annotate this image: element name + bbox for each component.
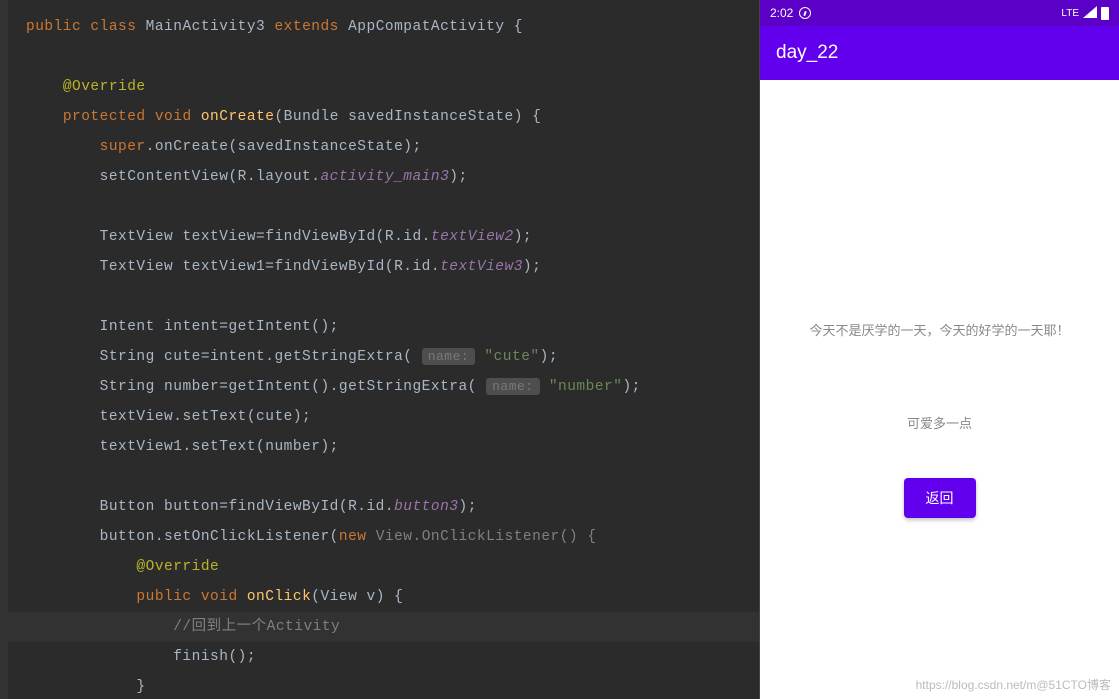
super-rest: .onCreate(savedInstanceState); [146,139,422,155]
btn-decl: Button button=findViewById(R.id. [100,499,394,515]
brace: { [514,19,523,35]
param-hint: name: [486,378,540,395]
signal-icon [1083,6,1097,21]
listener-cls: View.OnClickListener() { [376,529,597,545]
string-cute: "cute" [484,349,539,365]
params: (Bundle savedInstanceState) { [274,109,541,125]
textview-1: 今天不是厌学的一天，今天的好学的一天耶！ [809,320,1069,339]
kw-extends: extends [274,19,338,35]
status-bar: 2:02 LTE [760,0,1119,26]
setcontent-call: setContentView(R.layout. [100,169,321,185]
listener-mid [366,529,375,545]
number-pre: String number=getIntent().getStringExtra… [100,379,477,395]
kw-class: class [90,19,136,35]
method-onclick: onClick [247,589,311,605]
textview-2: 可爱多一点 [907,413,972,432]
btn-id: button3 [394,499,458,515]
tv-id2: textView3 [440,259,523,275]
params2: (View v) { [311,589,403,605]
cute-pre: String cute=intent.getStringExtra( [100,349,413,365]
battery-icon [1101,7,1109,20]
lte-label: LTE [1061,8,1079,19]
app-bar: day_22 [760,26,1119,80]
annotation-override: @Override [63,79,146,95]
phone-emulator: 2:02 LTE day_22 今天不是厌学的一天，今天的好学的一天耶！ 可爱多… [759,0,1119,699]
end: ); [622,379,640,395]
param-hint: name: [422,348,476,365]
end: ); [449,169,467,185]
tv-decl2: TextView textView1=findViewById(R.id. [100,259,440,275]
status-time: 2:02 [770,6,793,20]
method-oncreate: onCreate [201,109,275,125]
app-title: day_22 [776,42,838,64]
tv-id1: textView2 [431,229,514,245]
kw-void: void [155,109,192,125]
settext1: textView.setText(cute); [100,409,312,425]
finish-call: finish(); [173,649,256,665]
close-brace: } [136,679,145,695]
kw-public: public [26,19,81,35]
intent-line: Intent intent=getIntent(); [100,319,339,335]
class-name: MainActivity3 [146,19,266,35]
end: ); [459,499,477,515]
app-content: 今天不是厌学的一天，今天的好学的一天耶！ 可爱多一点 返回 [760,80,1119,699]
kw-new: new [339,529,367,545]
watermark: https://blog.csdn.net/m@51CTO博客 [916,676,1111,693]
layout-res: activity_main3 [320,169,449,185]
listener-pre: button.setOnClickListener( [100,529,339,545]
return-button[interactable]: 返回 [904,478,976,518]
comment-line: //回到上一个Activity [173,619,340,635]
kw-super: super [100,139,146,155]
code-editor[interactable]: public class MainActivity3 extends AppCo… [0,0,759,699]
super-class: AppCompatActivity [348,19,504,35]
annotation-override2: @Override [136,559,219,575]
end: ); [540,349,558,365]
kw-void2: void [201,589,238,605]
end: ); [514,229,532,245]
kw-public2: public [136,589,191,605]
clock-icon [799,7,811,19]
tv-decl: TextView textView=findViewById(R.id. [100,229,431,245]
end: ); [523,259,541,275]
settext2: textView1.setText(number); [100,439,339,455]
string-number: "number" [549,379,623,395]
kw-protected: protected [63,109,146,125]
